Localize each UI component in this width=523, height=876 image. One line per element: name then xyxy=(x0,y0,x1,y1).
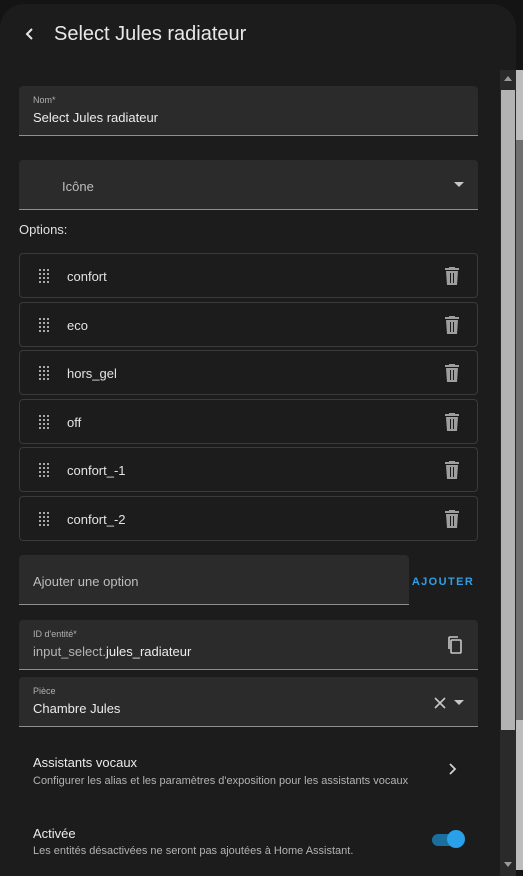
back-button[interactable] xyxy=(16,22,44,50)
entity-settings-dialog: Select Jules radiateur Nom* Select Jules… xyxy=(0,4,516,876)
area-label: Pièce xyxy=(33,686,56,696)
delete-option-icon[interactable] xyxy=(444,413,460,432)
delete-option-icon[interactable] xyxy=(444,510,460,529)
area-picker-field[interactable]: Pièce Chambre Jules xyxy=(19,677,478,727)
background-page-edge xyxy=(516,0,523,876)
drag-handle-icon[interactable] xyxy=(39,512,51,526)
dialog-header: Select Jules radiateur xyxy=(0,4,516,68)
options-label: Options: xyxy=(19,222,68,237)
enabled-title: Activée xyxy=(33,826,76,841)
option-row[interactable]: hors_gel xyxy=(19,350,478,395)
option-label: eco xyxy=(67,318,88,333)
entity-id-field[interactable]: ID d'entité* input_select.jules_radiateu… xyxy=(19,620,478,670)
delete-option-icon[interactable] xyxy=(444,461,460,480)
name-field-label: Nom* xyxy=(33,95,56,105)
option-label: confort_-1 xyxy=(67,463,126,478)
option-label: hors_gel xyxy=(67,366,117,381)
option-label: confort_-2 xyxy=(67,512,126,527)
delete-option-icon[interactable] xyxy=(444,316,460,335)
dropdown-arrow-icon[interactable] xyxy=(448,174,470,196)
entity-id-label: ID d'entité* xyxy=(33,629,77,639)
voice-assistants-row[interactable]: Assistants vocaux Configurer les alias e… xyxy=(19,748,478,794)
drag-handle-icon[interactable] xyxy=(39,318,51,332)
background-panel-dark xyxy=(516,140,523,720)
add-option-button[interactable]: AJOUTER xyxy=(410,576,476,594)
voice-assistants-title: Assistants vocaux xyxy=(33,755,138,770)
entity-id-object-id: jules_radiateur xyxy=(106,644,192,659)
copy-icon[interactable] xyxy=(444,634,466,656)
option-row[interactable]: confort_-2 xyxy=(19,496,478,541)
enabled-toggle[interactable] xyxy=(432,830,465,848)
enabled-row: Activée Les entités désactivées ne seron… xyxy=(19,820,478,866)
option-label: off xyxy=(67,415,82,430)
dropdown-arrow-icon[interactable] xyxy=(448,692,470,714)
delete-option-icon[interactable] xyxy=(444,364,460,383)
option-row[interactable]: confort_-1 xyxy=(19,447,478,492)
dialog-title: Select Jules radiateur xyxy=(54,23,247,45)
option-row[interactable]: off xyxy=(19,399,478,444)
name-field-value: Select Jules radiateur xyxy=(33,110,159,125)
add-option-input[interactable]: Ajouter une option xyxy=(19,555,409,605)
option-row[interactable]: confort xyxy=(19,253,478,298)
scroll-up-arrow-icon[interactable] xyxy=(504,76,512,81)
entity-id-prefix: input_select. xyxy=(33,644,106,659)
drag-handle-icon[interactable] xyxy=(39,269,51,283)
drag-handle-icon[interactable] xyxy=(39,366,51,380)
icon-picker-field[interactable]: Icône xyxy=(19,160,478,210)
scroll-down-arrow-icon[interactable] xyxy=(504,862,512,867)
add-option-placeholder: Ajouter une option xyxy=(33,574,139,589)
drag-handle-icon[interactable] xyxy=(39,463,51,477)
name-field[interactable]: Nom* Select Jules radiateur xyxy=(19,86,478,136)
option-label: confort xyxy=(67,269,107,284)
chevron-right-icon xyxy=(447,762,457,781)
entity-id-value: input_select.jules_radiateur xyxy=(33,644,191,659)
toggle-knob xyxy=(447,830,465,848)
chevron-left-icon xyxy=(23,27,37,46)
scrollbar-thumb[interactable] xyxy=(501,90,515,730)
voice-assistants-subtitle: Configurer les alias et les paramètres d… xyxy=(33,775,409,787)
icon-picker-placeholder: Icône xyxy=(62,179,94,194)
scrollbar[interactable] xyxy=(500,70,516,876)
option-row[interactable]: eco xyxy=(19,302,478,347)
enabled-subtitle: Les entités désactivées ne seront pas aj… xyxy=(33,845,354,857)
delete-option-icon[interactable] xyxy=(444,267,460,286)
area-value: Chambre Jules xyxy=(33,701,121,716)
drag-handle-icon[interactable] xyxy=(39,415,51,429)
